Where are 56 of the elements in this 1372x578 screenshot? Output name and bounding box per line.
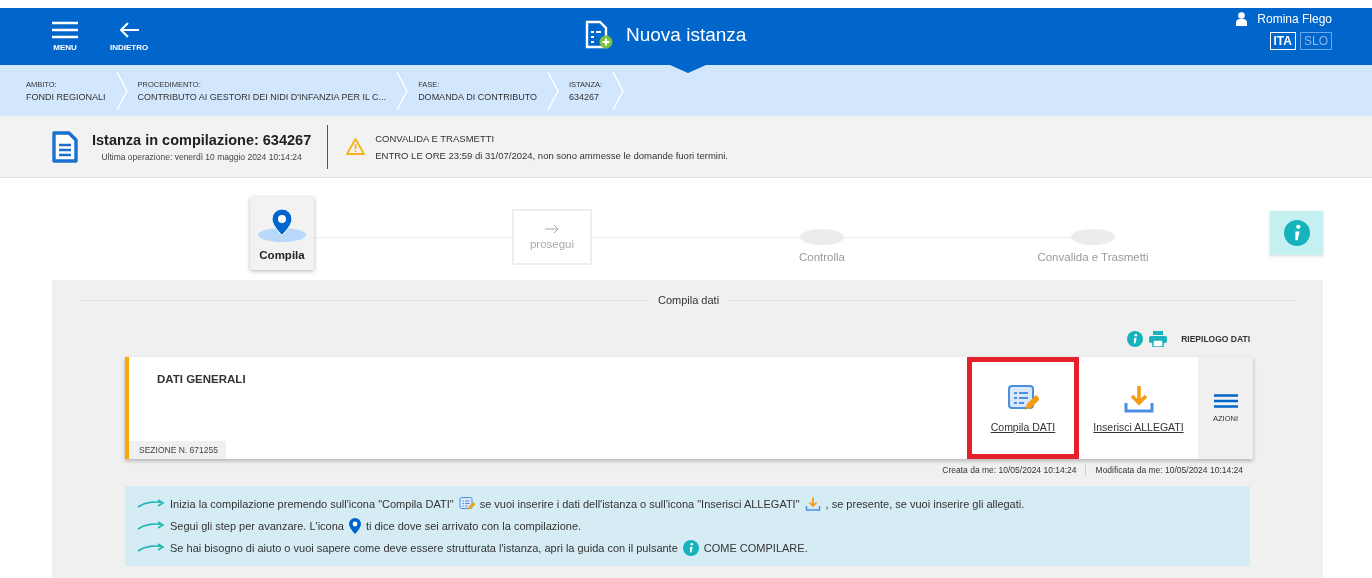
info-button[interactable] — [1270, 211, 1323, 255]
arrow-icon — [137, 521, 165, 531]
info-icon — [1127, 331, 1144, 347]
panel-title: Compila dati — [657, 294, 720, 306]
modified-text: Modificata da me: 10/05/2024 10:14:24 — [1084, 465, 1243, 475]
download-icon — [1122, 383, 1155, 415]
tip-text: Se hai bisogno di aiuto o vuoi sapere come deve essere strutturata l'istanza, apri la guida con il pulsante — [170, 542, 678, 554]
created-text: Creata da me: 10/05/2024 10:14:24 — [942, 465, 1077, 475]
menu-icon — [52, 21, 78, 39]
document-icon — [52, 130, 78, 163]
printer-icon[interactable] — [1149, 331, 1168, 347]
breadcrumb-value[interactable]: 634267 — [568, 91, 603, 102]
current-step[interactable]: Compila — [250, 197, 314, 270]
info-icon — [1283, 220, 1310, 246]
section-title: DATI GENERALI — [157, 373, 246, 385]
menu-button[interactable]: MENU — [52, 21, 78, 52]
compile-data-button[interactable]: Compila DATI — [967, 357, 1079, 459]
download-icon — [804, 496, 821, 512]
section-number: SEZIONE N. 671255 — [129, 441, 226, 459]
language-button[interactable]: ITA — [1269, 32, 1296, 50]
location-pin-icon — [348, 518, 361, 534]
chevron-icon — [396, 70, 409, 111]
back-arrow-icon — [118, 21, 141, 39]
tip-text: Segui gli step per avanzare. L'icona — [170, 520, 344, 532]
summary-link[interactable]: RIEPILOGO DATI — [1181, 334, 1250, 344]
tip-text: Inizia la compilazione premendo sull'icona "Compila DATI" — [170, 498, 454, 510]
chevron-icon — [612, 70, 625, 111]
last-operation-text: Ultima operazione: venerdì 10 maggio 2024 10:14:24 — [101, 151, 302, 162]
menu-icon — [1213, 393, 1238, 408]
arrow-icon — [545, 224, 559, 234]
back-button[interactable]: INDIETRO — [110, 21, 149, 52]
user-name[interactable]: Romina Flego — [1257, 12, 1332, 26]
tip-text: ti dice dove sei arrivato con la compilazione. — [365, 520, 582, 532]
step-label: Controlla — [799, 251, 845, 263]
location-pin-icon — [258, 206, 306, 243]
tip-text: se vuoi inserire i dati dell'istanza o sull'icona "Inserisci ALLEGATI" — [479, 498, 800, 510]
notice-text: ENTRO LE ORE 23:59 di 31/07/2024, non sono ammesse le domande fuori termini. — [375, 149, 728, 161]
step-label: Convalida e Trasmetti — [1037, 251, 1149, 263]
form-pencil-icon — [458, 496, 475, 512]
instance-title: Istanza in compilazione: 634267 — [92, 131, 312, 148]
notice-title: CONVALIDA E TRASMETTI — [375, 132, 496, 144]
breadcrumb-value[interactable]: DOMANDA DI CONTRIBUTO — [418, 91, 537, 102]
chevron-icon — [115, 70, 128, 111]
user-icon — [1236, 12, 1248, 26]
new-document-icon — [584, 20, 614, 50]
info-icon — [682, 540, 699, 556]
breadcrumb-value[interactable]: CONTRIBUTO AI GESTORI DEI NIDI D'INFANZIA PER IL C... — [137, 91, 387, 102]
attachments-button[interactable]: Inserisci ALLEGATI — [1081, 357, 1196, 459]
warning-icon — [346, 138, 366, 155]
arrow-icon — [137, 499, 165, 509]
chevron-icon — [546, 70, 559, 111]
breadcrumb-value[interactable]: FONDI REGIONALI — [26, 91, 106, 102]
tip-text: , se presente, se vuoi inserire gli allegati. — [825, 498, 1025, 510]
arrow-icon — [137, 543, 165, 553]
tip-text: COME COMPILARE. — [703, 542, 808, 554]
page-title: Nuova istanza — [626, 24, 747, 46]
